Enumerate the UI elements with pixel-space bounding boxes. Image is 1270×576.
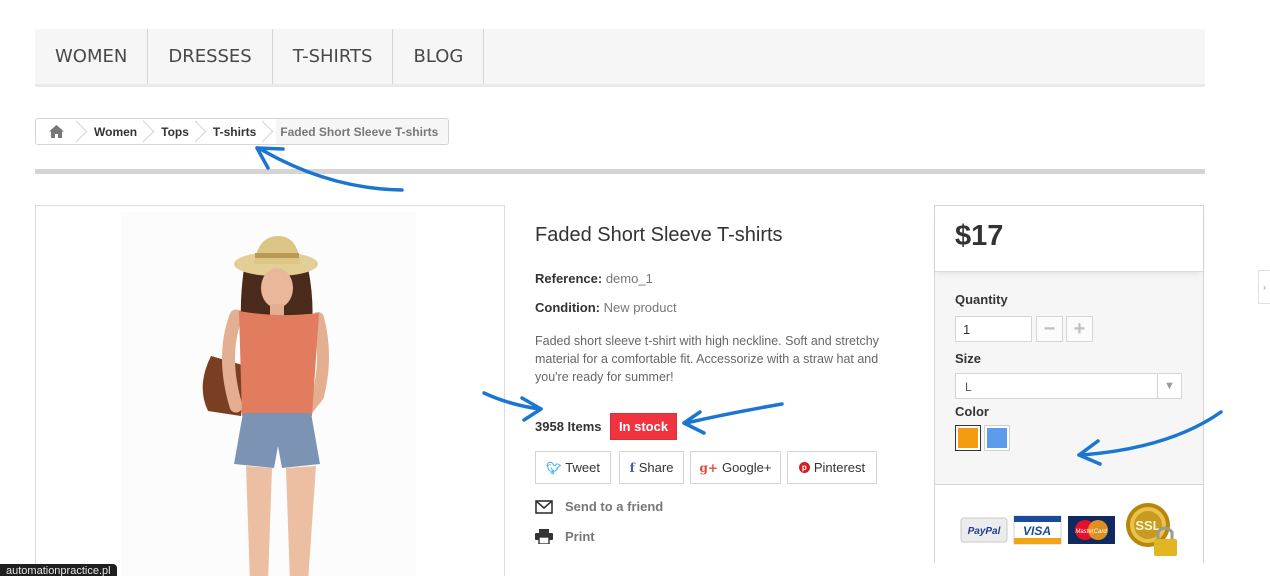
status-bar-url: automationpractice.pl [0,564,117,576]
menu-item-tshirts[interactable]: T-shirts [273,29,394,84]
breadcrumb-tshirts[interactable]: T-shirts [209,125,262,139]
top-menu: Women Dresses T-shirts Blog [35,29,1205,87]
paypal-logo: PayPal [960,517,1008,543]
pinterest-icon: p [798,462,810,473]
facebook-icon: f [629,460,635,475]
menu-item-dresses[interactable]: Dresses [148,29,273,84]
print-link[interactable]: Print [535,529,595,544]
menu-item-blog[interactable]: Blog [393,29,485,84]
plus-icon: + [1073,317,1086,340]
size-select[interactable]: L ▼ [955,373,1182,399]
product-photo-model [121,212,416,576]
printer-icon [535,529,553,544]
product-image[interactable] [35,205,505,576]
product-price: $17 [955,220,1004,252]
chevron-right-icon: › [1263,282,1266,292]
print-label: Print [565,529,595,544]
condition-label: Condition: [535,300,600,315]
condition-value: New product [603,300,677,315]
quantity-input[interactable]: 1 [955,316,1032,342]
send-to-friend-link[interactable]: Send to a friend [535,499,663,514]
tweet-button[interactable]: 🐦︎ Tweet [535,451,611,484]
price-area: $17 [935,206,1203,272]
ssl-badge: SSL [1126,503,1177,556]
breadcrumb-separator [143,119,157,144]
pinterest-button[interactable]: p Pinterest [787,451,877,484]
google-plus-label: Google+ [721,460,772,475]
breadcrumb-separator [195,119,209,144]
svg-text:MasterCard: MasterCard [1075,529,1107,535]
mastercard-logo: MasterCard [1068,516,1115,544]
quantity-label: Quantity [955,292,1008,307]
svg-text:VISA: VISA [1023,524,1051,538]
minus-icon: − [1043,317,1056,340]
reference-value: demo_1 [605,271,653,286]
envelope-icon [535,499,553,514]
size-value: L [965,380,972,394]
color-swatch-blue[interactable] [984,425,1010,451]
twitter-icon: 🐦︎ [546,460,562,475]
breadcrumb-separator [76,119,90,144]
chevron-down-icon: ▼ [1157,374,1181,398]
product-description: Faded short sleeve t-shirt with high nec… [535,334,879,384]
breadcrumb-women[interactable]: Women [90,125,143,139]
product-title: Faded Short Sleeve T-shirts [535,224,783,246]
quantity-available: 3958 Items [535,419,602,434]
side-tab-toggle[interactable]: › [1258,270,1270,304]
breadcrumb: Women Tops T-shirts Faded Short Sleeve T… [35,118,450,145]
svg-text:SSL: SSL [1135,518,1160,533]
svg-text:PayPal: PayPal [968,526,1001,537]
annotation-arrow-stock [682,402,784,435]
breadcrumb-current: Faded Short Sleeve T-shirts [276,119,449,144]
product-condition: Condition: New product [535,300,677,315]
page-divider [35,169,1205,174]
stock-badge: In stock [610,413,677,440]
visa-logo: VISA [1013,515,1062,545]
color-label: Color [955,404,989,419]
share-button[interactable]: f Share [619,451,684,484]
google-plus-icon: g+ [699,460,718,475]
payment-logos: PayPal VISA MasterCard SSL [935,484,1203,563]
send-to-friend-label: Send to a friend [565,499,664,514]
breadcrumb-separator [262,119,276,144]
menu-item-women[interactable]: Women [35,29,149,84]
product-reference: Reference: demo_1 [535,271,653,286]
size-label: Size [955,351,982,366]
color-swatch-orange[interactable] [955,425,981,451]
breadcrumb-tops[interactable]: Tops [157,125,195,139]
tweet-label: Tweet [565,460,600,475]
google-plus-button[interactable]: g+ Google+ [690,451,781,484]
reference-label: Reference: [535,271,603,286]
home-icon[interactable] [36,119,76,144]
share-label: Share [638,460,674,475]
pinterest-label: Pinterest [813,460,866,475]
quantity-decrease-button[interactable]: − [1036,316,1063,342]
quantity-increase-button[interactable]: + [1066,316,1093,342]
buy-box: $17 Quantity 1 − + Size L ▼ Color PayPal… [934,205,1204,563]
